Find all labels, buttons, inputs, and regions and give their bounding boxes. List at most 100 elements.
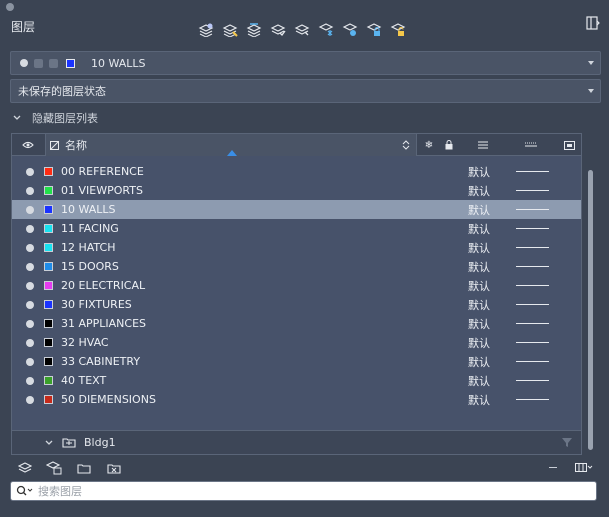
layer-color-swatch[interactable] (44, 395, 53, 404)
layer-row[interactable]: 33 CABINETRY 默认 (12, 352, 581, 371)
layer-name: 33 CABINETRY (61, 355, 141, 368)
lock-icon[interactable] (366, 22, 382, 38)
layer-row[interactable]: 01 VIEWPORTS 默认 (12, 181, 581, 200)
layer-row[interactable]: 15 DOORS 默认 (12, 257, 581, 276)
layer-linetype[interactable]: 默认 (468, 183, 490, 199)
bulb-on-icon[interactable] (26, 243, 34, 252)
bulb-on-icon[interactable] (26, 300, 34, 309)
layer-lineweight[interactable] (516, 190, 549, 191)
layer-linetype[interactable]: 默认 (468, 202, 490, 218)
isolate-icon[interactable] (342, 22, 358, 38)
freeze-icon[interactable] (318, 22, 334, 38)
column-viewport[interactable] (560, 134, 578, 156)
bulb-on-icon[interactable] (26, 376, 34, 385)
new-property-filter-icon[interactable] (106, 461, 122, 475)
column-lineweight[interactable] (516, 134, 546, 156)
merge-icon[interactable] (294, 22, 310, 38)
window-close-dot[interactable] (6, 3, 14, 11)
layer-row[interactable]: 20 ELECTRICAL 默认 (12, 276, 581, 295)
layer-linetype[interactable]: 默认 (468, 259, 490, 275)
hide-layer-list-toggle[interactable]: 隐藏图层列表 (12, 110, 98, 126)
new-group-filter-icon[interactable] (76, 461, 92, 475)
layer-linetype[interactable]: 默认 (468, 164, 490, 180)
layer-lineweight[interactable] (516, 323, 549, 324)
layer-row[interactable]: 12 HATCH 默认 (12, 238, 581, 257)
layer-linetype[interactable]: 默认 (468, 335, 490, 351)
layer-lineweight[interactable] (516, 285, 549, 286)
layer-color-swatch[interactable] (44, 357, 53, 366)
layer-row[interactable]: 11 FACING 默认 (12, 219, 581, 238)
layer-color-swatch[interactable] (44, 224, 53, 233)
filter-icon[interactable] (561, 437, 573, 448)
bulb-on-icon[interactable] (26, 205, 34, 214)
layer-color-swatch[interactable] (44, 243, 53, 252)
layer-lineweight[interactable] (516, 304, 549, 305)
layer-lineweight[interactable] (516, 380, 549, 381)
layer-row[interactable]: 30 FIXTURES 默认 (12, 295, 581, 314)
layer-row[interactable]: 00 REFERENCE 默认 (12, 162, 581, 181)
bulb-on-icon[interactable] (26, 395, 34, 404)
layer-row[interactable]: 40 TEXT 默认 (12, 371, 581, 390)
bulb-on-icon[interactable] (26, 262, 34, 271)
column-freeze[interactable]: ❄ (420, 134, 438, 156)
layer-linetype[interactable]: 默认 (468, 373, 490, 389)
lock-state-icon (34, 58, 43, 68)
column-linetype[interactable] (468, 134, 498, 156)
search-input[interactable] (38, 484, 568, 498)
column-lock[interactable] (440, 134, 458, 156)
layer-lineweight[interactable] (516, 399, 549, 400)
layer-linetype[interactable]: 默认 (468, 297, 490, 313)
new-vp-frozen-icon[interactable] (222, 22, 238, 38)
layer-linetype[interactable]: 默认 (468, 278, 490, 294)
bulb-on-icon[interactable] (26, 338, 34, 347)
layer-color-swatch[interactable] (44, 319, 53, 328)
layer-lineweight[interactable] (516, 342, 549, 343)
bulb-on-icon[interactable] (26, 357, 34, 366)
layer-color-swatch[interactable] (44, 186, 53, 195)
layer-lineweight[interactable] (516, 247, 549, 248)
layer-color-swatch[interactable] (44, 300, 53, 309)
layer-row[interactable]: 32 HVAC 默认 (12, 333, 581, 352)
bulb-on-icon[interactable] (26, 167, 34, 176)
current-layer-dropdown[interactable]: 10 WALLS (10, 51, 601, 75)
search-box[interactable] (10, 481, 597, 501)
bulb-on-icon[interactable] (26, 186, 34, 195)
layer-color-swatch[interactable] (44, 281, 53, 290)
layer-lineweight[interactable] (516, 228, 549, 229)
layer-settings-icon[interactable] (46, 461, 62, 475)
layer-lineweight[interactable] (516, 361, 549, 362)
bulb-on-icon[interactable] (26, 224, 34, 233)
layer-linetype[interactable]: 默认 (468, 221, 490, 237)
chevron-down-icon[interactable] (44, 438, 54, 448)
layer-lineweight[interactable] (516, 266, 549, 267)
layer-row[interactable]: 10 WALLS 默认 (12, 200, 581, 219)
layer-linetype[interactable]: 默认 (468, 240, 490, 256)
dock-panel-icon[interactable] (586, 16, 600, 30)
layer-lineweight[interactable] (516, 209, 549, 210)
layer-color-swatch[interactable] (44, 205, 53, 214)
scrollbar-thumb[interactable] (588, 170, 593, 450)
layer-color-swatch[interactable] (44, 167, 53, 176)
layer-row[interactable]: 31 APPLIANCES 默认 (12, 314, 581, 333)
column-visibility[interactable] (12, 134, 44, 156)
layer-lineweight[interactable] (516, 171, 549, 172)
layer-states-icon[interactable] (17, 461, 33, 475)
layer-state-dropdown[interactable]: 未保存的图层状态 (10, 79, 601, 103)
layer-linetype[interactable]: 默认 (468, 316, 490, 332)
layer-color-swatch[interactable] (44, 338, 53, 347)
layer-color-swatch[interactable] (44, 262, 53, 271)
set-current-icon[interactable] (270, 22, 286, 38)
delete-layer-icon[interactable] (246, 22, 262, 38)
bulb-on-icon[interactable] (26, 281, 34, 290)
search-icon[interactable] (16, 485, 34, 497)
column-settings-icon[interactable] (575, 462, 593, 476)
layer-linetype[interactable]: 默认 (468, 392, 490, 408)
unlock-icon[interactable] (390, 22, 406, 38)
group-filter-row[interactable]: Bldg1 (12, 430, 581, 454)
bulb-on-icon[interactable] (26, 319, 34, 328)
layer-linetype[interactable]: 默认 (468, 354, 490, 370)
collapse-icon[interactable] (549, 467, 557, 468)
layer-color-swatch[interactable] (44, 376, 53, 385)
new-layer-icon[interactable] (198, 22, 214, 38)
layer-row[interactable]: 50 DIEMENSIONS 默认 (12, 390, 581, 409)
